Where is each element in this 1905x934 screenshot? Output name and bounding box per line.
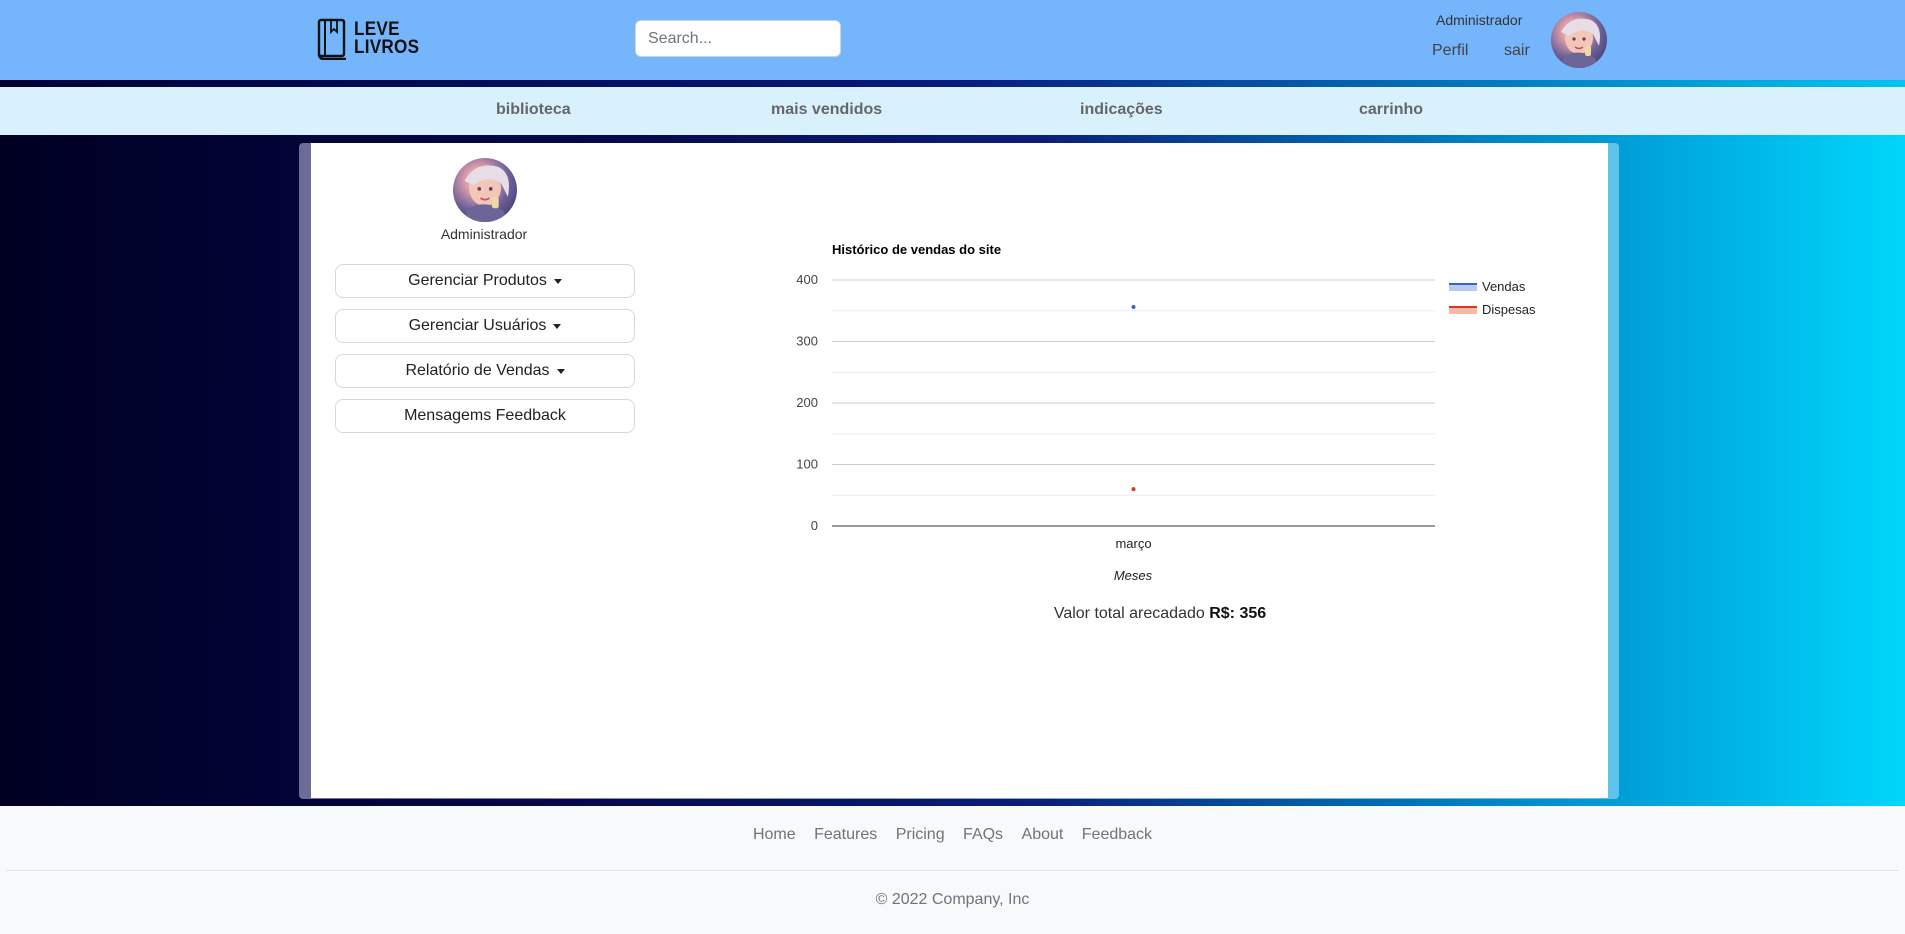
- logout-link[interactable]: sair: [1504, 42, 1530, 60]
- footer-link-pricing[interactable]: Pricing: [896, 826, 945, 844]
- book-icon: [317, 18, 346, 60]
- caret-down-icon: [553, 279, 562, 284]
- profile-link[interactable]: Perfil: [1432, 42, 1468, 60]
- chart-title: Histórico de vendas do site: [832, 242, 1001, 257]
- total-revenue: Valor total arecadado R$: 356: [900, 605, 1420, 623]
- top-header: LEVE LIVROS Administrador Perfil sair: [0, 0, 1905, 80]
- header-avatar[interactable]: [1551, 12, 1607, 68]
- feedback-messages-button[interactable]: Mensagems Feedback: [335, 399, 635, 433]
- sidebar-user-name: Administrador: [440, 226, 528, 242]
- nav-item-biblioteca[interactable]: biblioteca: [496, 101, 571, 119]
- main-nav: biblioteca mais vendidos indicações carr…: [0, 87, 1905, 135]
- sales-report-button[interactable]: Relatório de Vendas: [335, 354, 635, 388]
- y-tick-label: 100: [796, 457, 818, 472]
- chart-y-ticks: 0 100 200 300 400: [796, 272, 818, 533]
- chart-legend: Vendas Dispesas: [1449, 279, 1536, 317]
- footer-link-faqs[interactable]: FAQs: [963, 826, 1003, 844]
- legend-label: Dispesas: [1482, 302, 1536, 317]
- chart-x-ticks: março: [1115, 536, 1151, 551]
- nav-item-carrinho[interactable]: carrinho: [1359, 101, 1423, 119]
- data-point-dispesas: [1131, 487, 1136, 492]
- header-accent-bar: [0, 80, 1905, 87]
- logo-text: LEVE LIVROS: [354, 20, 420, 58]
- legend-swatch: [1449, 284, 1477, 291]
- footer-link-feedback[interactable]: Feedback: [1082, 826, 1152, 844]
- footer-link-home[interactable]: Home: [753, 826, 796, 844]
- footer-link-features[interactable]: Features: [814, 826, 877, 844]
- sales-report-label: Relatório de Vendas: [405, 362, 550, 379]
- sidebar-avatar: [453, 158, 517, 222]
- logo-line-2: LIVROS: [354, 37, 420, 58]
- avatar-image: [1559, 18, 1600, 68]
- caret-down-icon: [553, 324, 562, 329]
- manage-users-button[interactable]: Gerenciar Usuários: [335, 309, 635, 343]
- y-tick-label: 400: [796, 272, 818, 287]
- chart-data-points: [1131, 305, 1136, 492]
- chart-x-axis-label: Meses: [1114, 568, 1153, 583]
- footer-links: Home Features Pricing FAQs About Feedbac…: [0, 826, 1905, 844]
- y-tick-label: 300: [796, 334, 818, 349]
- feedback-messages-label: Mensagems Feedback: [404, 407, 566, 424]
- manage-products-label: Gerenciar Produtos: [408, 272, 547, 289]
- copyright: © 2022 Company, Inc: [875, 891, 1030, 908]
- manage-products-button[interactable]: Gerenciar Produtos: [335, 264, 635, 298]
- x-tick-label: março: [1115, 536, 1151, 551]
- site-logo[interactable]: LEVE LIVROS: [316, 18, 427, 60]
- sales-history-chart: Histórico de vendas do site 0 100 200 300 40…: [796, 242, 1536, 583]
- total-revenue-value: R$: 356: [1209, 605, 1267, 622]
- legend-label: Vendas: [1482, 279, 1526, 294]
- avatar-image: [462, 165, 509, 222]
- footer-link-about[interactable]: About: [1022, 826, 1064, 844]
- manage-users-label: Gerenciar Usuários: [408, 317, 547, 334]
- footer-divider: [6, 870, 1899, 871]
- header-user-name: Administrador: [1436, 12, 1523, 28]
- data-point-vendas: [1131, 305, 1136, 310]
- search-input[interactable]: [635, 20, 841, 57]
- y-tick-label: 0: [811, 518, 818, 533]
- nav-item-mais-vendidos[interactable]: mais vendidos: [771, 101, 882, 119]
- y-tick-label: 200: [796, 395, 818, 410]
- nav-item-indicacoes[interactable]: indicações: [1080, 101, 1163, 119]
- legend-swatch: [1449, 307, 1477, 314]
- total-revenue-label: Valor total arecadado: [1053, 605, 1205, 622]
- caret-down-icon: [556, 369, 565, 374]
